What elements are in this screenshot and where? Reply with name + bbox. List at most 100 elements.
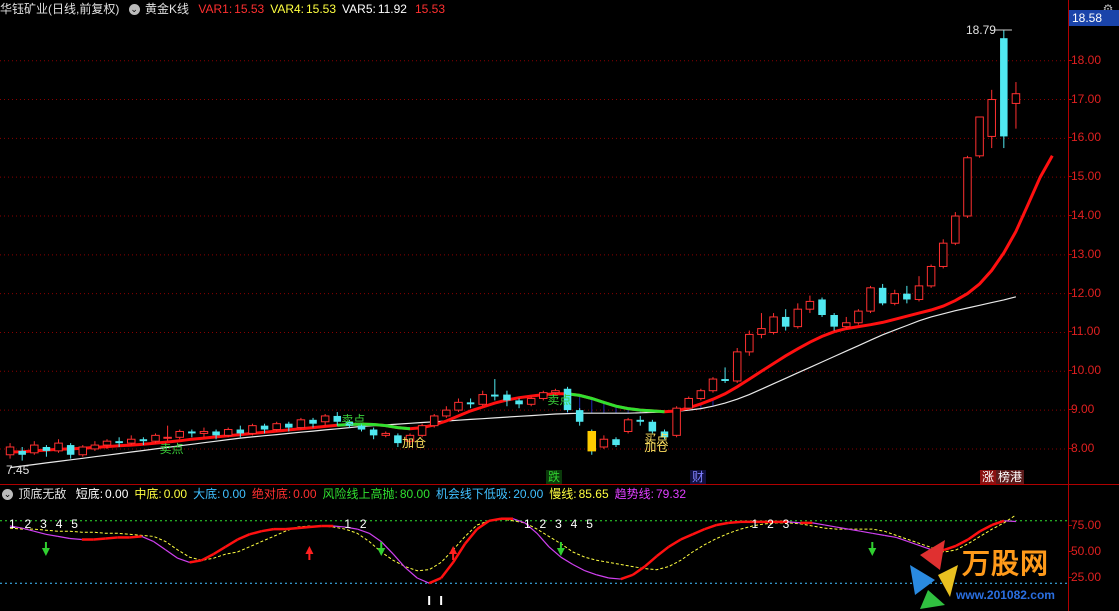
candle-body bbox=[696, 390, 706, 399]
sub-indicator-name[interactable]: 顶底无敌 bbox=[18, 485, 66, 503]
sub-indicator-value: 80.00 bbox=[399, 487, 430, 501]
trend-line-segment bbox=[848, 528, 861, 532]
price-tick-label: 10.00 bbox=[1068, 363, 1119, 377]
trend-line-segment bbox=[560, 556, 574, 565]
candle-body bbox=[599, 438, 609, 448]
trend-line-segment bbox=[212, 545, 227, 556]
trend-line-segment bbox=[728, 520, 741, 525]
candle-body bbox=[769, 316, 778, 333]
indicator-values: VAR1: 15.53 VAR4: 15.53 VAR5: 11.92 15.53 bbox=[198, 2, 451, 16]
signal-annotation: 卖点 bbox=[159, 441, 184, 456]
trend-line-segment bbox=[584, 570, 598, 576]
price-axis[interactable]: 18.00 17.00 16.00 15.00 14.00 13.00 12.00 11.00… bbox=[1068, 0, 1119, 484]
candle-body bbox=[381, 432, 391, 436]
candle-body bbox=[503, 394, 511, 401]
sub-indicator-item: 绝对底: 0.00 bbox=[252, 485, 317, 503]
candle-body bbox=[90, 444, 100, 450]
candle-body bbox=[42, 447, 51, 451]
trend-line-segment bbox=[153, 541, 167, 551]
trend-line-segment bbox=[476, 519, 490, 531]
candle-body bbox=[515, 400, 523, 405]
indicator-name[interactable]: 黄金K线 bbox=[145, 0, 189, 18]
trend-line-segment bbox=[872, 532, 885, 536]
dropdown-icon[interactable]: ⌄ bbox=[128, 4, 140, 16]
trend-line-segment bbox=[1003, 520, 1017, 523]
candle-body bbox=[126, 438, 136, 444]
candle-body bbox=[442, 409, 451, 417]
sub-indicator-label: 慢线: bbox=[549, 487, 577, 501]
low-price-label: 7.45 bbox=[6, 463, 30, 478]
event-tag: 财 bbox=[690, 470, 707, 484]
candle-body bbox=[115, 441, 123, 444]
sub-indicator-label: 中底: bbox=[134, 487, 162, 501]
sub-indicator-values: 短底: 0.00 中底: 0.00 大底: 0.00 绝对底: 0.00 风险线上高抛: 80.0… bbox=[76, 487, 692, 501]
price-tick-label: 11.00 bbox=[1068, 324, 1119, 338]
trend-line-segment bbox=[488, 517, 502, 523]
sub-indicator-label: 绝对底: bbox=[251, 487, 292, 501]
signal-annotation: 卖点 bbox=[341, 412, 366, 427]
trend-line-segment bbox=[704, 523, 718, 531]
trend-line-segment bbox=[45, 533, 58, 537]
count-digit: 3 bbox=[40, 517, 47, 531]
candle-body bbox=[78, 446, 88, 456]
candle-body bbox=[781, 316, 790, 327]
signal-annotation: 加仓 bbox=[644, 440, 669, 454]
trend-line-segment bbox=[596, 574, 609, 579]
candle-body bbox=[732, 351, 742, 382]
candle-body bbox=[963, 157, 972, 217]
count-digit: 5 bbox=[586, 517, 593, 531]
trend-line-segment bbox=[428, 576, 442, 585]
sub-indicator-label: 短底: bbox=[75, 487, 104, 501]
candle-body bbox=[551, 390, 560, 394]
trend-line-segment bbox=[189, 559, 202, 564]
trend-line-segment bbox=[93, 537, 106, 541]
candle-body bbox=[987, 99, 996, 137]
indicator-menu-icon[interactable]: ⌄ bbox=[2, 489, 13, 501]
trend-line-segment bbox=[680, 533, 694, 541]
down-arrow-icon bbox=[377, 548, 386, 556]
sub-indicator-item: 风险线上高抛: 80.00 bbox=[323, 485, 430, 503]
sub-chart-header: ⌄ 顶底无敌 短底: 0.00 中底: 0.00 大底: 0.00 绝对底: 0.00 风险线上… bbox=[0, 485, 1068, 503]
up-arrow-icon bbox=[305, 546, 314, 554]
price-tick-label: 12.00 bbox=[1068, 286, 1119, 300]
candle-body bbox=[805, 300, 815, 310]
price-tick-label: 16.00 bbox=[1068, 130, 1119, 144]
candle-body bbox=[587, 430, 597, 452]
candle-body bbox=[866, 287, 875, 312]
count-digit: 2 bbox=[767, 517, 774, 531]
candle-body bbox=[672, 407, 681, 436]
candle-body bbox=[757, 328, 766, 335]
stock-title[interactable]: 华钰矿业(日线,前复权) bbox=[0, 0, 119, 18]
trend-line-segment bbox=[297, 525, 310, 530]
indicator-var: VAR4: 15.53 bbox=[270, 0, 336, 18]
candle-body bbox=[466, 402, 475, 405]
oscillator-tick-label: 75.00 bbox=[1068, 518, 1119, 532]
current-price-label: 18.58 bbox=[1069, 10, 1119, 26]
price-tick-label: 17.00 bbox=[1068, 92, 1119, 106]
trend-line-segment bbox=[536, 532, 550, 548]
indicator-var: 15.53 bbox=[413, 0, 445, 18]
trend-line-segment bbox=[33, 530, 47, 535]
candle-body bbox=[236, 429, 245, 434]
trend-line-segment bbox=[69, 537, 82, 541]
trend-line-segment bbox=[632, 565, 646, 576]
sub-indicator-value: 20.00 bbox=[513, 487, 544, 501]
candle-body bbox=[199, 430, 209, 434]
candle-body bbox=[1000, 38, 1008, 137]
event-tag: 涨 bbox=[980, 470, 997, 484]
count-digit: 5 bbox=[71, 517, 78, 531]
candle-body bbox=[102, 440, 112, 446]
trend-line-segment bbox=[824, 524, 837, 528]
count-digit: 4 bbox=[570, 517, 578, 531]
sub-indicator-item: 机会线下低吸: 20.00 bbox=[436, 485, 543, 503]
high-price-label: 18.79 bbox=[965, 23, 996, 38]
price-tick-label: 18.00 bbox=[1068, 53, 1119, 67]
price-tick-label: 14.00 bbox=[1068, 208, 1119, 222]
trend-line-segment bbox=[141, 535, 154, 543]
main-chart-header: 华钰矿业(日线,前复权) ⌄ 黄金K线 VAR1: 15.53 VAR4: 15.53… bbox=[0, 0, 1068, 18]
candle-body bbox=[1011, 93, 1021, 104]
trend-line-segment bbox=[991, 519, 1005, 527]
candle-body bbox=[926, 265, 936, 287]
candle-body bbox=[938, 242, 948, 267]
event-tag: 榜港 bbox=[996, 470, 1025, 484]
